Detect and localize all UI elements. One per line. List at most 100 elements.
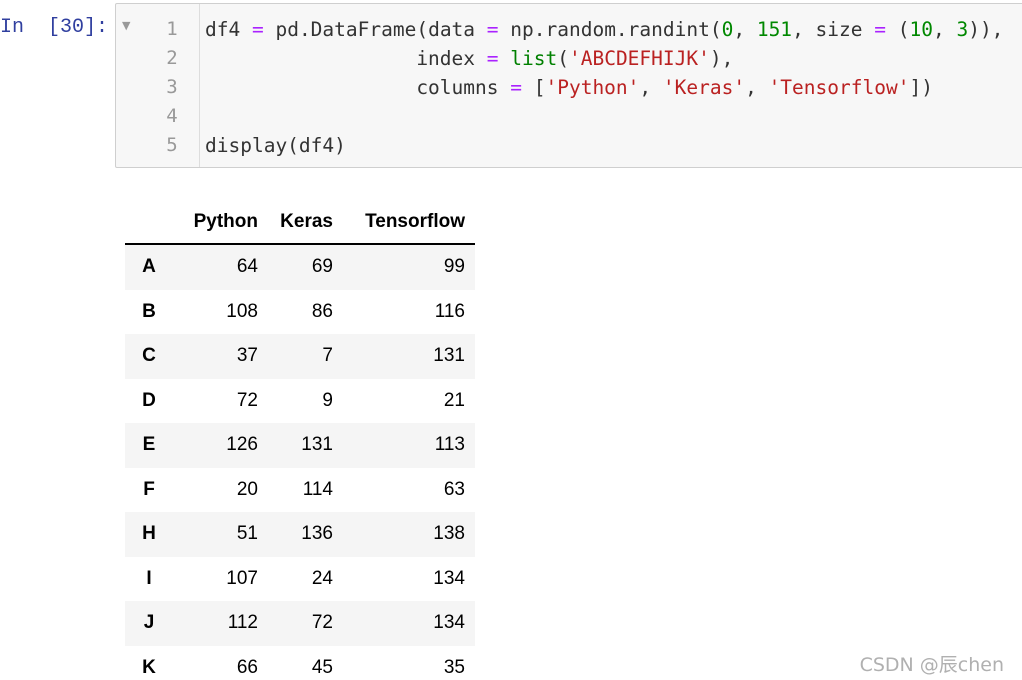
table-cell: 114	[302, 478, 333, 500]
row-index-label: A	[142, 256, 156, 278]
code-token: ,	[639, 76, 663, 99]
code-token: df4	[205, 18, 252, 41]
code-line: display(df4)	[205, 131, 1003, 160]
table-cell: 45	[311, 656, 333, 678]
table-cell: 126	[226, 434, 258, 456]
table-row: B 108 86 116	[125, 289, 475, 334]
line-numbers: 1 2 3 4 5	[146, 15, 198, 160]
code-token: columns	[205, 76, 511, 99]
table-cell: 116	[434, 300, 465, 322]
code-token: 3	[956, 18, 969, 41]
table-cell: 51	[236, 523, 258, 545]
code-token: ,	[733, 18, 757, 41]
code-line: columns = ['Python', 'Keras', 'Tensorflo…	[205, 73, 1003, 102]
code-token: ),	[709, 47, 734, 70]
table-cell: 134	[433, 612, 465, 634]
table-row: C 37 7 131	[125, 334, 475, 379]
table-header-row: Python Keras Tensorflow	[125, 200, 475, 245]
table-cell: 20	[236, 478, 258, 500]
code-line: df4 = pd.DataFrame(data = np.random.rand…	[205, 15, 1003, 44]
table-cell: 131	[433, 345, 465, 367]
table-cell: 107	[226, 567, 258, 589]
row-index-label: B	[142, 300, 156, 322]
code-token: ,	[932, 18, 957, 41]
table-row: H 51 136 138	[125, 512, 475, 557]
table-cell: 72	[236, 389, 258, 411]
column-header-tensorflow: Tensorflow	[343, 200, 475, 245]
code-line: index = list('ABCDEFHIJK'),	[205, 44, 1003, 73]
code-token: =	[874, 18, 886, 41]
table-cell: 35	[443, 656, 465, 678]
code-token: =	[486, 18, 499, 41]
code-token: index	[205, 47, 487, 70]
table-row: D 72 9 21	[125, 378, 475, 423]
table-cell: 72	[311, 612, 333, 634]
code-token: 'ABCDEFHIJK'	[568, 47, 710, 70]
table-cell: 37	[236, 345, 258, 367]
row-index-label: J	[143, 612, 155, 634]
table-cell: 69	[311, 256, 333, 278]
code-token: display(df4)	[205, 134, 346, 157]
input-prompt: In [30]:	[0, 16, 109, 39]
line-number: 1	[166, 18, 178, 40]
column-header-keras: Keras	[268, 200, 343, 245]
row-index-label: D	[142, 389, 156, 411]
row-index-label: E	[142, 434, 156, 456]
row-index-label: I	[146, 567, 152, 589]
code-token: 'Tensorflow'	[768, 76, 910, 99]
table-cell: 134	[433, 567, 465, 589]
row-index-label: C	[142, 345, 156, 367]
line-number: 4	[166, 105, 178, 127]
column-header-python: Python	[173, 200, 268, 245]
table-cell: 9	[322, 389, 333, 411]
code-token: =	[486, 47, 499, 70]
code-token: 10	[909, 18, 933, 41]
code-token: )),	[968, 18, 1004, 41]
table-cell: 7	[322, 345, 333, 367]
code-token: 'Keras'	[662, 76, 746, 99]
code-token: 0	[721, 18, 734, 41]
table-row: I 107 24 134	[125, 556, 475, 601]
table-cell: 112	[227, 612, 258, 634]
table-cell: 131	[301, 434, 333, 456]
watermark: CSDN @辰chen	[859, 654, 1004, 676]
table-cell: 66	[236, 656, 258, 678]
code-token: 151	[756, 18, 793, 41]
row-index-label: K	[142, 656, 156, 678]
table-cell: 86	[311, 300, 333, 322]
table-cell: 138	[433, 523, 465, 545]
code-token: (	[886, 18, 910, 41]
table-row: K 66 45 35	[125, 645, 475, 680]
table-row: E 126 131 113	[125, 423, 475, 468]
code-token: pd.DataFrame(data	[263, 18, 487, 41]
code-token: [	[522, 76, 546, 99]
table-cell: 108	[226, 300, 258, 322]
table-cell: 136	[301, 523, 333, 545]
table-cell: 113	[434, 434, 465, 456]
table-cell: 21	[443, 389, 465, 411]
row-index-label: H	[142, 523, 156, 545]
code-token: =	[510, 76, 522, 99]
line-number: 3	[166, 76, 178, 98]
code-token: =	[251, 18, 264, 41]
table-cell: 24	[311, 567, 333, 589]
line-number: 2	[166, 47, 178, 69]
code-cell[interactable]: ▼ 12345 df4 = pd.DataFrame(data = np.ran…	[115, 3, 1022, 168]
table-row: A 64 69 99	[125, 244, 475, 290]
table-row: F 20 114 63	[125, 467, 475, 512]
index-header	[125, 200, 173, 245]
table-row: J 112 72 134	[125, 601, 475, 646]
code-token: np.random.randint(	[498, 18, 722, 41]
line-number: 5	[166, 134, 178, 156]
table-cell: 99	[443, 256, 465, 278]
code-editor[interactable]: df4 = pd.DataFrame(data = np.random.rand…	[205, 15, 1003, 160]
code-token: ,	[745, 76, 769, 99]
code-token: , size	[792, 18, 875, 41]
dataframe-output-table: Python Keras Tensorflow A 64 69 99 B 108 86 116…	[125, 200, 475, 680]
code-token: list	[510, 47, 558, 70]
row-index-label: F	[143, 478, 155, 500]
code-token: (	[557, 47, 569, 70]
code-token: ])	[909, 76, 933, 99]
